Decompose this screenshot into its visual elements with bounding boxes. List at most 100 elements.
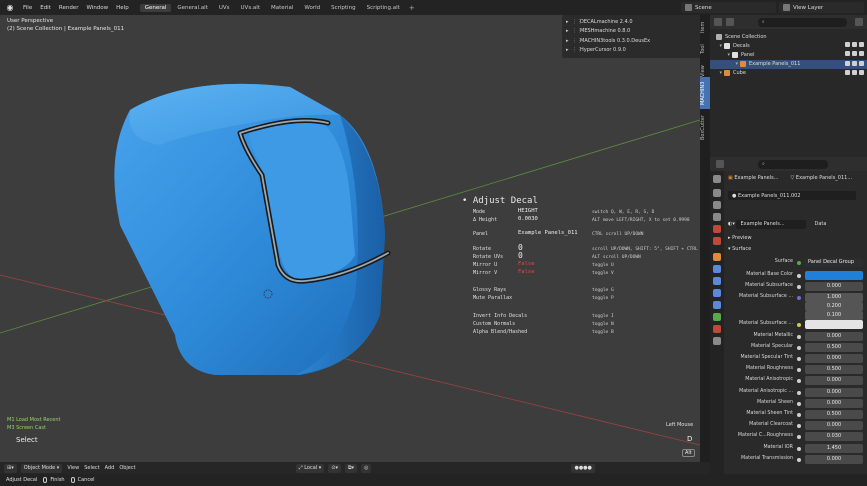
checkbox-icon[interactable] <box>845 51 850 57</box>
numeric-field[interactable]: 0.000 <box>805 454 863 464</box>
addon-decalmachine[interactable]: ▸ ⋮⋮ DECALmachine 2.4.0 <box>566 17 697 27</box>
outliner-row[interactable]: ▾ Panel <box>710 50 867 59</box>
outliner-editor-icon[interactable] <box>714 18 722 26</box>
scene-selector[interactable]: Scene <box>681 2 776 13</box>
constraints-tab-icon[interactable] <box>713 301 721 309</box>
view-layer-tab-icon[interactable] <box>713 213 721 221</box>
modifier-tab-icon[interactable] <box>713 265 721 273</box>
blender-logo-icon[interactable]: ◉ <box>4 3 16 13</box>
addon-machin3tools[interactable]: ▸ ⋮⋮ MACHIN3tools 0.3.0.DeusEx <box>566 36 697 46</box>
checkbox-icon[interactable] <box>845 69 850 75</box>
input-socket-icon[interactable] <box>797 345 801 350</box>
eye-icon[interactable] <box>852 69 857 75</box>
drag-handle-icon[interactable]: ⋮⋮ <box>572 38 582 44</box>
menu-help[interactable]: Help <box>112 5 133 11</box>
input-socket-icon[interactable] <box>797 357 801 361</box>
input-socket-icon[interactable] <box>797 413 801 417</box>
material-browse-icon[interactable]: ◐▾ <box>728 221 736 227</box>
color-swatch-field[interactable] <box>805 320 863 330</box>
add-workspace-button[interactable]: + <box>405 4 419 12</box>
workspace-tab-general[interactable]: General <box>139 3 172 12</box>
3d-viewport[interactable]: User Perspective (2) Scene Collection | … <box>0 15 700 462</box>
outliner-row[interactable]: ▾ Decals <box>710 41 867 50</box>
outliner-search-input[interactable]: ⌕ <box>757 17 848 27</box>
scene-tab-icon[interactable] <box>713 225 721 233</box>
eye-icon[interactable] <box>852 60 857 66</box>
display-mode-icon[interactable] <box>725 18 734 26</box>
sidebar-tab-tool[interactable]: Tool <box>700 39 710 59</box>
workspace-tab-scripting-alt[interactable]: Scripting.alt <box>362 4 405 12</box>
header-menu-add[interactable]: Add <box>105 465 115 471</box>
numeric-field[interactable]: 1.450 <box>805 443 863 453</box>
snap-icon[interactable]: ⧉▾ <box>344 463 358 473</box>
numeric-field[interactable]: 0.000 <box>805 421 863 431</box>
surface-shader-field[interactable]: Panel Decal Group <box>805 258 863 267</box>
checkbox-icon[interactable] <box>845 42 850 48</box>
input-socket-icon[interactable] <box>797 379 801 384</box>
sidebar-tab-machin3[interactable]: MACHIN3 <box>700 77 710 109</box>
sidebar-tab-item[interactable]: Item <box>700 17 710 37</box>
input-socket-icon[interactable] <box>797 457 801 462</box>
numeric-field[interactable]: 0.500 <box>805 342 863 352</box>
workspace-tab-scripting[interactable]: Scripting <box>326 4 360 12</box>
input-socket-icon[interactable] <box>797 274 801 278</box>
header-menu-object[interactable]: Object <box>119 465 135 471</box>
properties-editor-icon[interactable] <box>716 160 724 168</box>
outliner-row[interactable]: ▾ Cube <box>710 69 867 78</box>
workspace-tab-general-alt[interactable]: General.alt <box>172 4 212 12</box>
input-socket-icon[interactable] <box>797 296 801 301</box>
input-socket-icon[interactable] <box>797 390 801 395</box>
numeric-field[interactable]: 0.500 <box>805 410 863 419</box>
editor-type-button[interactable]: ⊞▾ <box>4 463 17 473</box>
sidebar-tab-boxcutter[interactable]: BoxCutter <box>700 111 710 143</box>
input-socket-icon[interactable] <box>797 446 801 451</box>
menu-render[interactable]: Render <box>55 5 83 11</box>
workspace-tab-uvs-alt[interactable]: UVs.alt <box>236 4 265 12</box>
object-mode-dropdown[interactable]: Object Mode ▾ <box>20 463 63 473</box>
header-menu-view[interactable]: View <box>67 465 79 471</box>
properties-search-input[interactable]: ⌕ <box>758 159 828 169</box>
preview-section-header[interactable]: ▸ Preview <box>728 233 867 243</box>
surface-section-header[interactable]: ▾ Surface <box>728 244 867 254</box>
outliner-row[interactable]: Scene Collection <box>710 32 867 41</box>
numeric-field[interactable]: 0.000 <box>805 282 863 292</box>
numeric-field[interactable]: 0.000 <box>805 398 863 408</box>
workspace-tab-uvs[interactable]: UVs <box>214 4 235 12</box>
input-socket-icon[interactable] <box>797 285 801 290</box>
object-tab-icon[interactable] <box>713 253 721 261</box>
color-swatch-field[interactable] <box>805 271 863 280</box>
input-socket-icon[interactable] <box>797 401 801 406</box>
input-socket-icon[interactable] <box>797 323 801 328</box>
camera-icon[interactable] <box>859 69 864 75</box>
eye-icon[interactable] <box>852 42 857 48</box>
numeric-field[interactable]: 0.000 <box>805 331 863 341</box>
numeric-field[interactable]: 0.000 <box>805 387 863 397</box>
input-socket-icon[interactable] <box>797 435 801 440</box>
render-tab-icon[interactable] <box>713 189 721 197</box>
addon-hypercursor[interactable]: ▸ ⋮⋮ HyperCursor 0.9.0 <box>566 46 697 56</box>
menu-file[interactable]: File <box>19 5 36 11</box>
particles-tab-icon[interactable] <box>713 277 721 285</box>
texture-tab-icon[interactable] <box>713 337 721 345</box>
transform-orientation-dropdown[interactable]: ⤢ Local ▾ <box>295 463 325 473</box>
camera-icon[interactable] <box>859 51 864 57</box>
outliner-row[interactable]: ▾ Example Panels_011 <box>710 59 867 69</box>
view-layer-selector[interactable]: View Layer <box>779 2 864 13</box>
material-name-field[interactable]: Example Panels... <box>736 219 807 229</box>
menu-window[interactable]: Window <box>82 5 112 11</box>
drag-handle-icon[interactable]: ⋮⋮ <box>572 19 582 25</box>
tool-tab-icon[interactable] <box>713 175 721 183</box>
numeric-field[interactable]: 0.000 <box>805 354 863 363</box>
material-data-tab[interactable]: Data <box>814 221 826 227</box>
workspace-tab-material[interactable]: Material <box>266 4 298 12</box>
input-socket-icon[interactable] <box>797 368 801 373</box>
numeric-field[interactable]: 0.030 <box>805 432 863 442</box>
material-slot-list[interactable]: ● Example Panels_011.002 <box>728 191 856 200</box>
viewport-shading-icon[interactable]: ●●●● <box>571 463 595 473</box>
drag-handle-icon[interactable]: ⋮⋮ <box>572 47 582 53</box>
proportional-edit-icon[interactable]: ◎ <box>361 463 372 473</box>
numeric-field[interactable]: 0.500 <box>805 365 863 375</box>
world-tab-icon[interactable] <box>713 237 721 245</box>
input-socket-icon[interactable] <box>797 334 801 339</box>
camera-icon[interactable] <box>859 60 864 66</box>
